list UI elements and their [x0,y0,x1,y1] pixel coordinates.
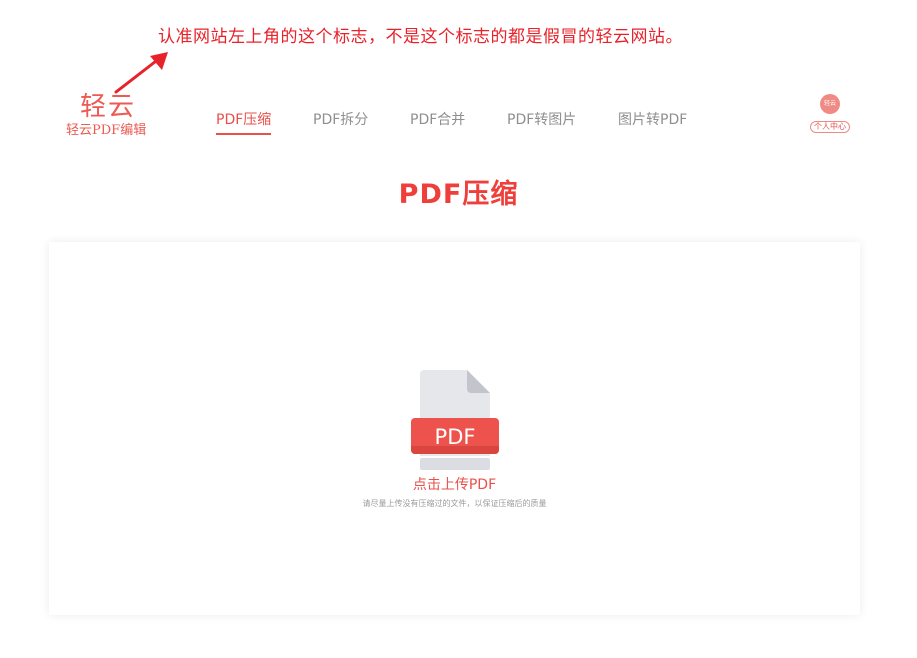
nav-item-label: PDF合并 [410,112,466,128]
upload-hint: 请尽量上传没有压缩过的文件，以保证压缩后的质量 [362,499,547,508]
nav-item-label: PDF拆分 [313,112,369,128]
page-title: PDF压缩 [398,179,519,210]
nav-item-label: 图片转PDF [618,112,688,128]
nav-item-pdf-split[interactable]: PDF拆分 [313,110,368,130]
avatar: 轻云 [820,94,840,114]
user-center-button[interactable]: 轻云 个人中心 [810,94,850,133]
user-center-label: 个人中心 [810,121,850,133]
logo-subtitle: 轻云PDF编辑 [66,123,147,138]
warning-annotation: 认准网站左上角的这个标志，不是这个标志的都是假冒的轻云网站。 [158,27,683,47]
upload-card: PDF 点击上传PDF 请尽量上传没有压缩过的文件，以保证压缩后的质量 [49,242,860,615]
nav-item-pdf-to-image[interactable]: PDF转图片 [507,110,576,130]
site-logo[interactable]: 轻云 轻云PDF编辑 [66,92,158,140]
nav-item-pdf-compress[interactable]: PDF压缩 [216,110,272,135]
nav-item-label: PDF转图片 [507,112,577,128]
upload-area[interactable]: PDF 点击上传PDF 请尽量上传没有压缩过的文件，以保证压缩后的质量 [49,368,860,510]
upload-pdf-label[interactable]: 点击上传PDF [49,476,860,494]
nav-active-underline [216,133,272,135]
nav-item-label: PDF压缩 [216,112,272,128]
nav-item-pdf-merge[interactable]: PDF合并 [410,110,465,130]
nav-item-image-to-pdf[interactable]: 图片转PDF [618,110,687,130]
pdf-file-icon[interactable]: PDF [405,368,505,472]
pdf-icon-text: PDF [434,425,475,449]
arrow-icon [114,52,168,94]
logo-title: 轻云 [80,92,137,122]
